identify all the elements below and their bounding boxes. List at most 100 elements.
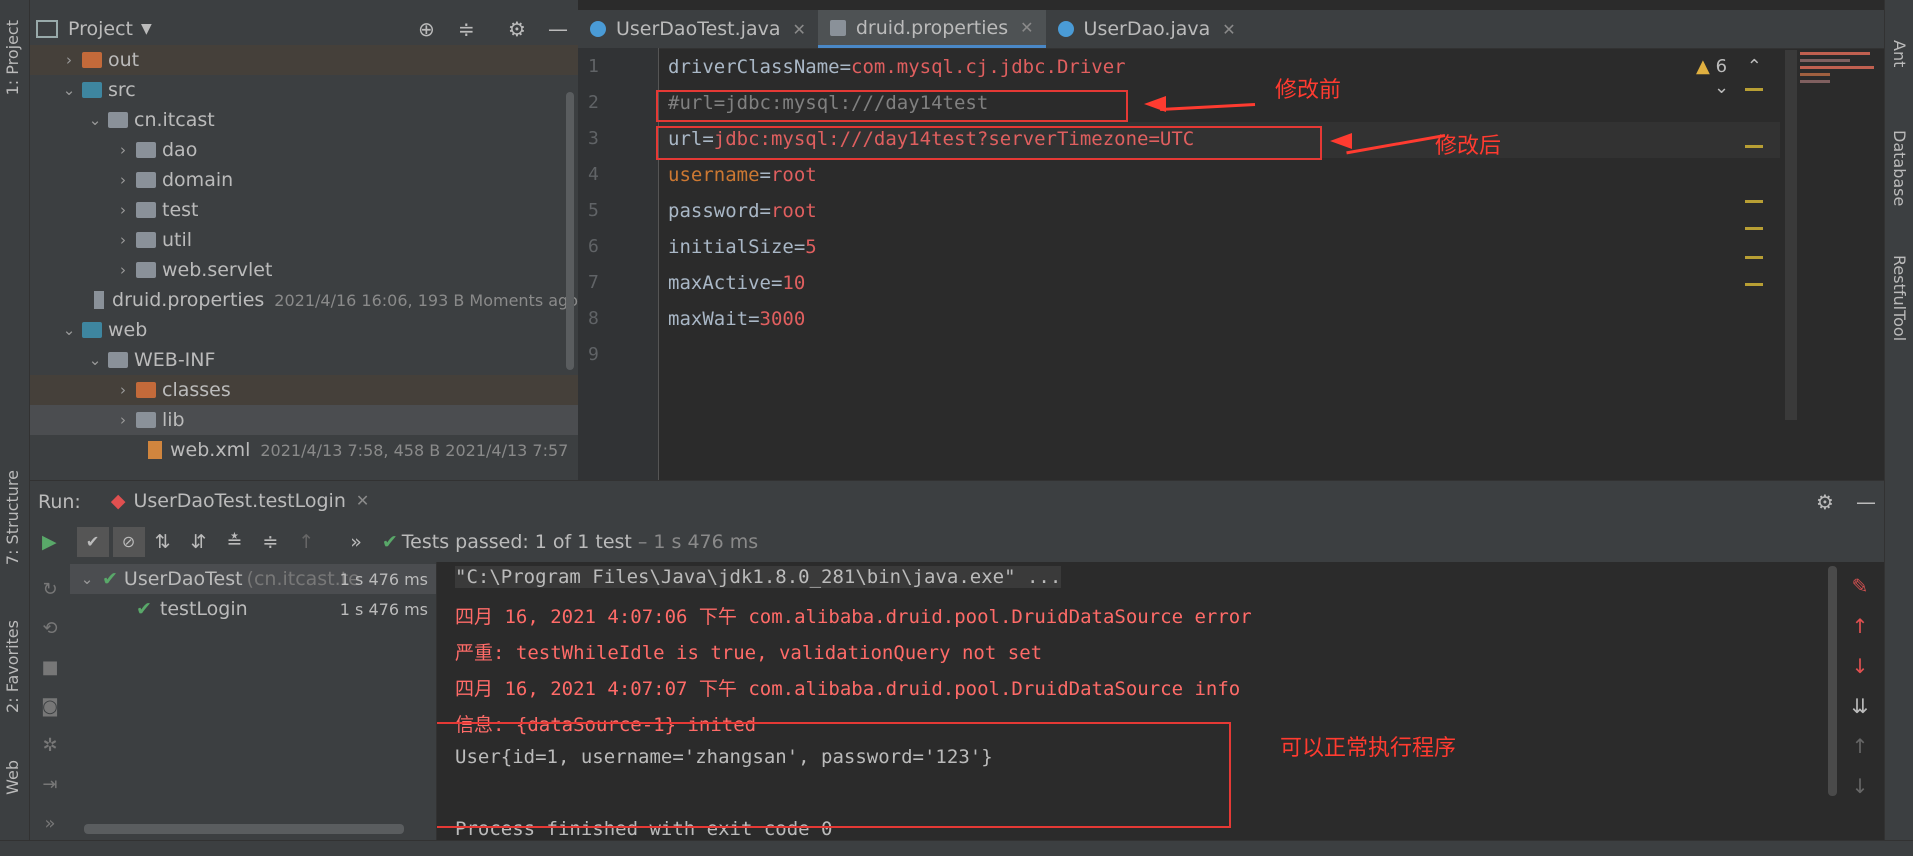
error-stripe-mark[interactable]	[1745, 88, 1763, 91]
exit-icon[interactable]: ⇥	[30, 765, 70, 804]
tree-item-domain[interactable]: › domain	[30, 165, 578, 195]
tree-item-web-xml[interactable]: web.xml 2021/4/13 7:58, 458 B 2021/4/13 …	[30, 435, 578, 465]
chevron-right-icon[interactable]: ›	[114, 141, 132, 159]
chevron-right-icon[interactable]: ›	[114, 231, 132, 249]
console-side-toolbar: ✎ ↑ ↓ ⇊ ↑ ↓	[1840, 566, 1880, 836]
tree-item-label: druid.properties	[112, 289, 265, 311]
error-stripe-mark[interactable]	[1745, 200, 1763, 203]
folder-icon	[108, 352, 128, 368]
show-ignored-icon[interactable]: ⊘	[112, 527, 145, 557]
rerun-failed-icon[interactable]: ↻	[30, 570, 70, 609]
tree-item-web-servlet[interactable]: › web.servlet	[30, 255, 578, 285]
toggle-auto-test-icon[interactable]: ⟲	[30, 609, 70, 648]
close-icon[interactable]: ✕	[356, 491, 369, 510]
error-stripe-mark[interactable]	[1745, 283, 1763, 286]
error-stripe-mark[interactable]	[1745, 256, 1763, 259]
chevron-right-icon[interactable]: ›	[114, 381, 132, 399]
console-output[interactable]: "C:\Program Files\Java\jdk1.8.0_281\bin\…	[437, 562, 1837, 842]
chevron-up-icon[interactable]: ⌃	[1747, 56, 1762, 77]
project-scrollbar[interactable]	[566, 92, 574, 370]
locate-icon[interactable]: ⊕	[418, 17, 435, 41]
expand-all-icon[interactable]: ≛	[226, 531, 242, 553]
collapse-all-icon[interactable]: ≑	[262, 531, 278, 553]
more-icon[interactable]: »	[30, 804, 70, 843]
tree-item-druid-properties[interactable]: druid.properties 2021/4/16 16:06, 193 B …	[30, 285, 578, 315]
status-bar	[0, 840, 1913, 856]
tree-item-out[interactable]: › out	[30, 45, 578, 75]
chevron-right-icon[interactable]: ›	[114, 171, 132, 189]
code-editor[interactable]: driverClassName=com.mysql.cj.jdbc.Driver…	[656, 48, 1780, 480]
chevron-down-icon[interactable]: ⌄	[1714, 77, 1729, 98]
chevron-right-icon[interactable]: ›	[114, 411, 132, 429]
sort-alpha-icon[interactable]: ⇅	[155, 531, 171, 553]
tree-item-dao[interactable]: › dao	[30, 135, 578, 165]
close-icon[interactable]: ✕	[1222, 20, 1235, 39]
collapse-all-icon[interactable]: ≑	[458, 17, 475, 41]
chevron-down-icon[interactable]: ⌄	[60, 81, 78, 99]
run-label: Run:	[38, 491, 81, 513]
test-case-row[interactable]: ✔ testLogin 1 s 476 ms	[70, 594, 436, 624]
web-tool-tab[interactable]: Web	[3, 760, 22, 795]
run-tab[interactable]: ◆ UserDaoTest.testLogin ✕	[100, 480, 380, 525]
test-tree-scrollbar[interactable]	[84, 824, 404, 834]
minimize-icon[interactable]: —	[548, 17, 568, 41]
project-title[interactable]: Project	[68, 18, 133, 40]
tree-item-util[interactable]: › util	[30, 225, 578, 255]
close-icon[interactable]: ✕	[792, 20, 805, 39]
favorites-tool-tab[interactable]: 2: Favorites	[3, 620, 22, 713]
database-tool-tab[interactable]: Database	[1890, 130, 1909, 206]
arrow-down-icon[interactable]: ↓	[1840, 646, 1880, 686]
show-passed-icon[interactable]: ✔	[76, 527, 109, 557]
gear-icon[interactable]: ⚙	[1816, 490, 1834, 514]
tree-item-label: web	[108, 319, 148, 341]
tab-userdao[interactable]: UserDao.java ✕	[1046, 10, 1248, 48]
line-number: 8	[588, 308, 599, 329]
up-icon[interactable]: ↑	[1840, 726, 1880, 766]
error-stripe-mark[interactable]	[1745, 227, 1763, 230]
structure-tool-tab[interactable]: 7: Structure	[3, 470, 22, 565]
code-minimap[interactable]	[1800, 52, 1876, 92]
more-icon[interactable]: »	[350, 531, 362, 553]
sort-duration-icon[interactable]: ⇵	[191, 531, 207, 553]
console-scrollbar[interactable]	[1828, 566, 1837, 796]
error-stripe-mark[interactable]	[1745, 145, 1763, 148]
test-suite-row[interactable]: ⌄ ✔ UserDaoTest (cn.itcast.te 1 s 476 ms	[70, 564, 436, 594]
chevron-right-icon[interactable]: ›	[114, 201, 132, 219]
chevron-down-icon[interactable]: ⌄	[60, 321, 78, 339]
tree-item-test[interactable]: › test	[30, 195, 578, 225]
close-icon[interactable]: ✕	[1020, 18, 1033, 37]
down-icon[interactable]: ↓	[1840, 766, 1880, 806]
clear-console-icon[interactable]: ✎	[1840, 566, 1880, 606]
tree-item-classes[interactable]: › classes	[30, 375, 578, 405]
scroll-to-end-icon[interactable]: ⇊	[1840, 686, 1880, 726]
stop-icon[interactable]: ■	[30, 648, 70, 687]
chevron-right-icon[interactable]: ›	[60, 51, 78, 69]
line-number: 4	[588, 164, 599, 185]
gear-icon[interactable]: ⚙	[508, 17, 526, 41]
tree-item-web-inf[interactable]: ⌄ WEB-INF	[30, 345, 578, 375]
camera-icon[interactable]: ◙	[30, 687, 70, 726]
tree-item-label: dao	[162, 139, 198, 161]
chevron-down-icon[interactable]: ⌄	[78, 570, 96, 588]
ant-tool-tab[interactable]: Ant	[1890, 40, 1909, 67]
settings-icon[interactable]: ✲	[30, 726, 70, 765]
previous-failed-icon[interactable]: ↑	[298, 531, 314, 553]
tree-item-src[interactable]: ⌄ src	[30, 75, 578, 105]
rerun-icon[interactable]: ▶	[42, 531, 57, 553]
chevron-down-icon[interactable]: ⌄	[86, 111, 104, 129]
restful-tool-tab[interactable]: RestfulTool	[1890, 255, 1909, 341]
arrow-up-icon[interactable]: ↑	[1840, 606, 1880, 646]
editor-scrollbar[interactable]	[1785, 50, 1797, 420]
inspection-widget[interactable]: ▲ 6 ⌃ ⌄	[1696, 56, 1780, 98]
tree-item-cn-itcast[interactable]: ⌄ cn.itcast	[30, 105, 578, 135]
line-number: 2	[588, 92, 599, 113]
tree-item-web[interactable]: ⌄ web	[30, 315, 578, 345]
minimize-icon[interactable]: —	[1856, 490, 1876, 514]
chevron-down-icon[interactable]: ▼	[141, 21, 152, 37]
chevron-right-icon[interactable]: ›	[114, 261, 132, 279]
tree-item-lib[interactable]: › lib	[30, 405, 578, 435]
tab-userdaotest[interactable]: UserDaoTest.java ✕	[578, 10, 818, 48]
project-tool-tab[interactable]: 1: Project	[3, 20, 22, 95]
chevron-down-icon[interactable]: ⌄	[86, 351, 104, 369]
tab-druid-properties[interactable]: druid.properties ✕	[817, 10, 1046, 48]
